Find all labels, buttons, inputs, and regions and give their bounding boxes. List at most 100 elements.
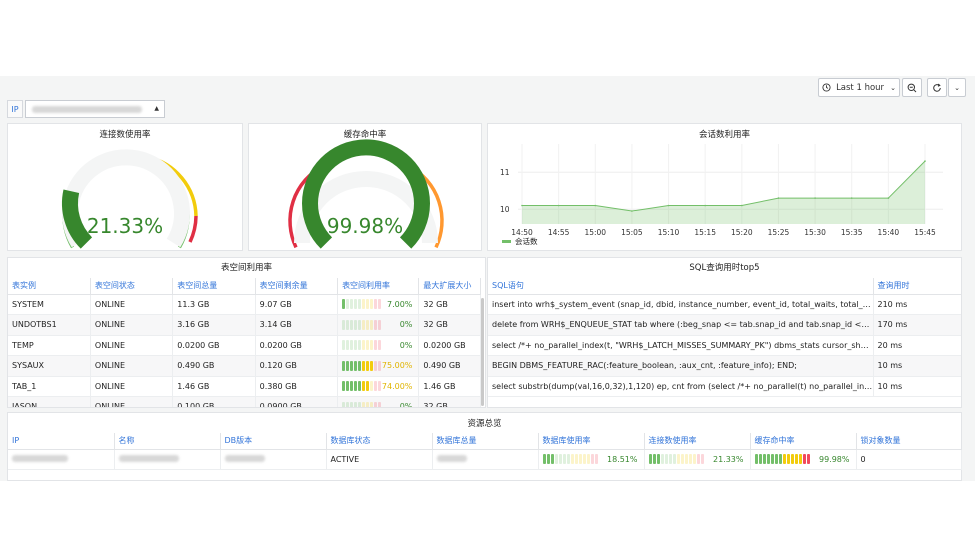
cell-query-time: 210 ms — [873, 294, 961, 315]
column-header[interactable]: 表空间状态 — [90, 278, 174, 295]
redacted-value — [436, 454, 467, 462]
table-row[interactable]: insert into wrh$_system_event (snap_id, … — [488, 294, 961, 315]
table-row[interactable]: SYSAUX ONLINE 0.490 GB 0.120 GB 75.00% 0.490 … — [8, 355, 481, 377]
column-header[interactable]: 数据库总量 — [432, 433, 539, 450]
lcd-segment — [362, 319, 366, 330]
column-header[interactable]: IP — [8, 433, 115, 450]
table-row[interactable]: SYSTEM ONLINE 11.3 GB 9.07 GB 7.00% 32 GB — [8, 294, 481, 315]
cell-max-size: 32 GB — [418, 314, 481, 336]
panel-title: 资源总览 — [467, 419, 502, 429]
cell-name — [114, 449, 221, 470]
lcd-segment — [361, 381, 365, 392]
data-point — [814, 197, 816, 199]
table-row[interactable]: UNDOTBS1 ONLINE 3.16 GB 3.14 GB 0% 32 GB — [8, 314, 481, 336]
lcd-segment — [582, 454, 586, 465]
table-row[interactable]: select /*+ no_parallel_index(t, "WRH$_LA… — [488, 335, 961, 356]
lcd-segment — [342, 360, 346, 371]
data-point — [704, 204, 706, 207]
ip-filter: IP ▲ — [7, 100, 165, 118]
ip-filter-label: IP — [7, 100, 23, 118]
table-scrollbar[interactable] — [481, 298, 484, 406]
lcd-segment — [346, 299, 350, 310]
x-tick-label: 15:40 — [878, 228, 900, 237]
lcd-segment — [542, 454, 546, 465]
column-header[interactable]: 表实例 — [8, 278, 91, 295]
column-header[interactable]: 表空间利用率 — [337, 278, 420, 295]
panel-title: 表空间利用率 — [220, 263, 272, 273]
column-header[interactable]: 表空间总量 — [172, 278, 256, 295]
column-header[interactable]: 连接数使用率 — [644, 433, 751, 450]
cell-connection-usage: 21.33% — [644, 449, 751, 470]
sql-table: SQL语句 查询用时 insert into wrh$_system_event … — [488, 278, 961, 397]
dashboard: Last 1 hour ⌄ ⌄ IP ▲ 连接数使用率 21.33% 缓存命中率… — [0, 76, 975, 481]
table-row[interactable]: ACTIVE 18.51% 21.33% 99.98% 0 — [8, 449, 962, 470]
refresh-icon — [932, 83, 942, 93]
column-header[interactable]: 名称 — [114, 433, 221, 450]
session-chart: 101114:50 14:55 15:00 15:05 15:10 15:15 15:20 1… — [500, 144, 943, 237]
cell-status: ONLINE — [90, 376, 174, 397]
table-row[interactable]: select substrb(dump(val,16,0,32),1,120) … — [488, 376, 961, 397]
table-row[interactable]: BEGIN DBMS_FEATURE_RAC(:feature_boolean,… — [488, 355, 961, 377]
lcd-segment — [558, 454, 562, 465]
tablespace-table: 表实例 表空间状态 表空间总量 表空间剩余量 表空间利用率 最大扩展大小 SYSTEM ON… — [8, 278, 481, 407]
column-header[interactable]: 数据库使用率 — [538, 433, 645, 450]
lcd-segment — [350, 401, 354, 407]
lcd-segment — [770, 454, 774, 465]
table-row[interactable]: TEMP ONLINE 0.0200 GB 0.0200 GB 0% 0.0200 GB — [8, 335, 481, 356]
ip-select[interactable]: ▲ — [25, 100, 165, 118]
column-header[interactable]: SQL语句 — [488, 278, 874, 295]
time-range-picker[interactable]: Last 1 hour ⌄ — [818, 78, 900, 97]
zoom-out-button[interactable] — [902, 78, 922, 97]
cell-max-size: 0.0200 GB — [418, 335, 481, 356]
tablespace-table-wrap: 表实例 表空间状态 表空间总量 表空间剩余量 表空间利用率 最大扩展大小 SYSTEM ON… — [8, 278, 481, 407]
lcd-segment — [680, 454, 684, 465]
column-header[interactable]: 最大扩展大小 — [418, 278, 481, 295]
column-header[interactable]: 表空间剩余量 — [255, 278, 339, 295]
cell-max-size: 0.490 GB — [418, 355, 481, 377]
column-header[interactable]: DB版本 — [220, 433, 327, 450]
panel-title: SQL查询用时top5 — [689, 263, 760, 273]
toolbar: Last 1 hour ⌄ ⌄ — [0, 76, 975, 98]
redacted-ip — [32, 105, 142, 113]
lcd-segment — [786, 454, 790, 465]
lcd-segment — [366, 401, 370, 407]
lcd-segment — [790, 454, 794, 465]
lcd-segment — [696, 454, 700, 465]
data-point — [631, 210, 633, 212]
x-tick-label: 15:30 — [804, 228, 826, 237]
cell-sql: BEGIN DBMS_FEATURE_RAC(:feature_boolean,… — [488, 355, 874, 377]
panel-sql-top5: SQL查询用时top5 SQL语句 查询用时 insert into wrh$_s… — [487, 257, 962, 408]
table-row[interactable]: JASON ONLINE 0.100 GB 0.0900 GB 0% 32 GB — [8, 396, 481, 407]
column-header[interactable]: 锁对象数量 — [856, 433, 962, 450]
lcd-segment — [782, 454, 786, 465]
lcd-segment — [594, 454, 598, 465]
lcd-gauge: 7.00% — [342, 298, 418, 310]
lcd-segment — [370, 319, 374, 330]
cell-max-size: 1.46 GB — [418, 376, 481, 397]
lcd-segment — [684, 454, 688, 465]
cell-name: SYSTEM — [8, 294, 91, 315]
cell-sql: select substrb(dump(val,16,0,32),1,120) … — [488, 376, 874, 397]
cell-db-usage: 18.51% — [538, 449, 645, 470]
refresh-interval-button[interactable]: ⌄ — [948, 78, 966, 97]
panel-session-usage: 会话数利用率 10 11 14:50 14:55 15:00 15:05 15:10 15:1… — [487, 123, 962, 251]
lcd-segment — [346, 401, 350, 407]
cell-db-version — [220, 449, 327, 470]
lcd-segment — [672, 454, 676, 465]
lcd-segment — [350, 319, 354, 330]
gauge-value: 99.98% — [818, 454, 850, 464]
lcd-segment — [354, 381, 357, 392]
data-point — [850, 197, 853, 199]
column-header[interactable]: 数据库状态 — [326, 433, 433, 450]
column-header[interactable]: 缓存命中率 — [750, 433, 857, 450]
column-header[interactable]: 查询用时 — [873, 278, 961, 295]
refresh-button[interactable] — [927, 78, 947, 97]
table-row[interactable]: TAB_1 ONLINE 1.46 GB 0.380 GB 74.00% 1.46 GB — [8, 376, 481, 397]
lcd-segment — [350, 340, 354, 351]
lcd-segment — [354, 360, 357, 371]
cell-utilization: 75.00% — [337, 355, 420, 377]
cell-total: 0.100 GB — [172, 396, 256, 407]
lcd-segment — [668, 454, 672, 465]
table-row[interactable]: delete from WRH$_ENQUEUE_STAT tab where … — [488, 314, 961, 336]
cell-free: 0.120 GB — [255, 355, 339, 377]
